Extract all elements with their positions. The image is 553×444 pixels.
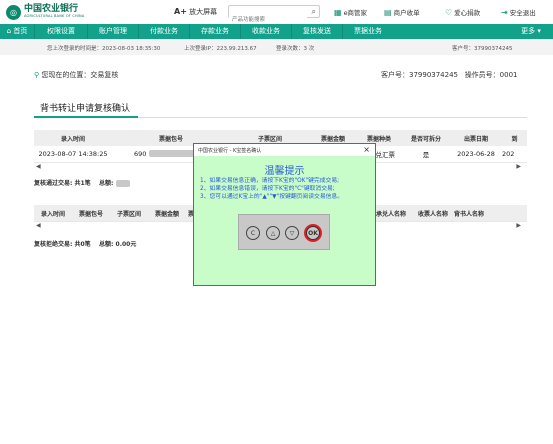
rejected-summary: 复核拒绝交易: 共0笔 总额: 0.00元 <box>34 241 137 248</box>
last-login-ip: 上次登录IP：223.99.213.67 <box>184 46 257 52</box>
nav-permission[interactable]: 权限设置 <box>35 24 87 39</box>
nav-bill[interactable]: 票据业务 <box>343 24 393 39</box>
col-entry-time: 录入时间 <box>34 130 112 146</box>
merchant-icon: ▤ <box>384 7 392 17</box>
dialog-title: 中国农业银行 - K宝签名确认 <box>198 148 262 154</box>
last-login-time: 您上次登录的时间是：2023-08-03 18:35:30 <box>47 46 161 52</box>
login-info-bar: 您上次登录的时间是：2023-08-03 18:35:30 上次登录IP：223… <box>0 40 553 55</box>
instruction-line: 2、如果交易信息错误，请按下K宝的"C"键取消交易; <box>200 186 335 192</box>
chevron-down-icon: ▾ <box>537 27 541 35</box>
link-merchant[interactable]: ▤ 商户收单 <box>384 7 420 18</box>
dialog-instructions: 1、如果交易信息正确，请按下K宝的"OK"键完成交易; 2、如果交易信息错误，请… <box>200 177 372 201</box>
bank-name-cn: 中国农业银行 <box>24 4 79 15</box>
kbao-ok-key: OK <box>306 226 320 240</box>
dialog-titlebar[interactable]: 中国农业银行 - K宝签名确认 × <box>194 144 375 156</box>
bank-logo[interactable]: ◎ 中国农业银行 AGRICULTURAL BANK OF CHINA <box>6 3 84 21</box>
approved-summary: 复核通过交易: 共1笔 总额: <box>34 178 130 187</box>
bank-logo-icon: ◎ <box>6 4 21 20</box>
font-zoom-icon: A+ <box>174 7 187 16</box>
link-logout[interactable]: ⇥ 安全退出 <box>501 7 536 18</box>
nav-home[interactable]: ⌂ 首页 <box>0 24 34 39</box>
cell-issue-date: 2023-06-28 <box>457 149 495 158</box>
customer-number-small: 客户号：37990374245 <box>452 46 513 52</box>
link-e-manager[interactable]: ▦ e商管家 <box>334 7 367 18</box>
up-arrow-icon: △ <box>266 226 280 240</box>
instruction-line: 1、如果交易信息正确，请按下K宝的"OK"键完成交易; <box>200 178 340 184</box>
page-title: 背书转让申请复核确认 <box>40 104 131 114</box>
instruction-line: 3、您可以通过K宝上的"▲""▼"按键翻页阅读交易信息。 <box>200 194 344 200</box>
nav-more[interactable]: 更多 ▾ <box>509 24 553 39</box>
down-arrow-icon: ▽ <box>285 226 299 240</box>
location-pin-icon: ⚲ <box>34 71 40 79</box>
dialog-heading: 温馨提示 <box>264 166 305 177</box>
scroll-right-icon[interactable]: ▶ <box>516 163 521 170</box>
login-count: 登录次数：3 次 <box>276 46 315 52</box>
top-bar: ◎ 中国农业银行 AGRICULTURAL BANK OF CHINA A+ 放… <box>0 0 553 26</box>
kbao-keypad-image: C △ ▽ OK <box>238 214 330 250</box>
scroll-left-icon[interactable]: ◀ <box>36 222 41 229</box>
cell-splittable: 是 <box>422 150 430 159</box>
customer-info: 客户号：37990374245 操作员号：0001 <box>381 71 518 79</box>
cell-entry-time: 2023-08-07 14:38:25 <box>38 149 108 158</box>
redacted-total <box>115 180 130 187</box>
bank-name-en: AGRICULTURAL BANK OF CHINA <box>24 14 85 19</box>
scroll-left-icon[interactable]: ◀ <box>36 163 41 170</box>
nav-review-send[interactable]: 复核发送 <box>292 24 342 39</box>
nav-deposit[interactable]: 存款业务 <box>190 24 240 39</box>
search-icon[interactable]: ⌕ <box>312 7 316 17</box>
font-zoom-label: 放大屏幕 <box>189 8 218 16</box>
col-due: 到 <box>502 130 527 146</box>
scroll-right-icon[interactable]: ▶ <box>516 222 521 229</box>
cell-due: 202 <box>502 149 515 158</box>
nav-payment[interactable]: 付款业务 <box>139 24 189 39</box>
kbao-c-key: C <box>246 226 260 240</box>
col-splittable: 是否可拆分 <box>402 130 450 146</box>
close-icon[interactable]: × <box>363 145 370 154</box>
link-donate[interactable]: ♡ 爱心捐款 <box>445 7 480 18</box>
main-nav: ⌂ 首页 权限设置 账户管理 付款业务 存款业务 收款业务 复核发送 票据业务 … <box>0 24 553 39</box>
nav-collection[interactable]: 收款业务 <box>241 24 291 39</box>
kbao-confirm-dialog: 中国农业银行 - K宝签名确认 × 温馨提示 1、如果交易信息正确，请按下K宝的… <box>193 143 376 286</box>
donate-icon: ♡ <box>445 7 453 17</box>
logout-icon: ⇥ <box>501 7 508 17</box>
search-box: ⌕ <box>228 5 320 26</box>
nav-account[interactable]: 账户管理 <box>88 24 138 39</box>
font-zoom-button[interactable]: A+ 放大屏幕 <box>174 7 217 17</box>
col-issue-date: 出票日期 <box>450 130 502 146</box>
breadcrumb: ⚲ 您现在的位置：交易复核 <box>34 71 119 79</box>
power-icon: C <box>250 229 256 237</box>
store-icon: ▦ <box>334 7 342 17</box>
page: ◎ 中国农业银行 AGRICULTURAL BANK OF CHINA A+ 放… <box>0 0 553 444</box>
